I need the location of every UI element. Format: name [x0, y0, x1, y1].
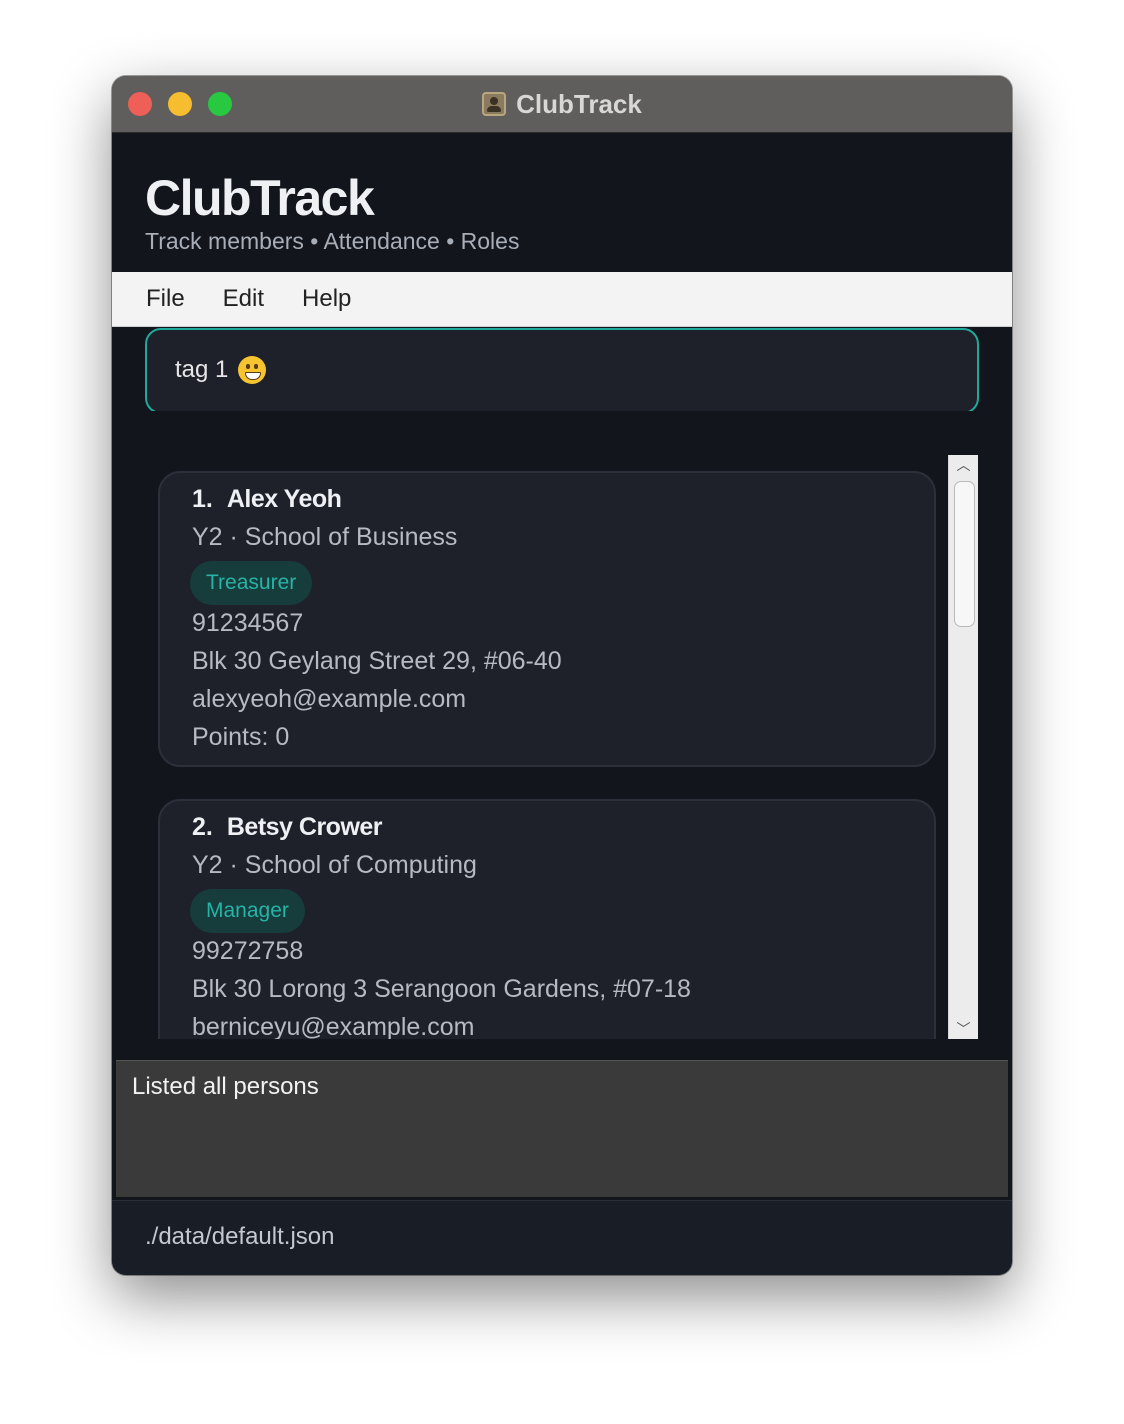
data-file-path: ./data/default.json [145, 1223, 335, 1250]
menu-help[interactable]: Help [302, 285, 351, 313]
person-address: Blk 30 Lorong 3 Serangoon Gardens, #07-1… [192, 975, 691, 1003]
app-window: ClubTrack ClubTrack Track members • Atte… [112, 76, 1012, 1275]
menu-edit[interactable]: Edit [223, 285, 264, 313]
person-card[interactable]: 2. Betsy Crower Y2 · School of Computing … [158, 799, 936, 1039]
person-card[interactable]: 1. Alex Yeoh Y2 · School of Business Trea… [158, 471, 936, 767]
command-input-content: tag 1 [175, 356, 267, 384]
person-list[interactable]: 1. Alex Yeoh Y2 · School of Business Trea… [158, 455, 948, 1039]
role-tag: Manager [190, 889, 305, 933]
brand-tagline: Track members • Attendance • Roles [145, 228, 520, 254]
person-email: berniceyu@example.com [192, 1013, 475, 1039]
brand-title: ClubTrack [145, 170, 375, 226]
person-index: 2. [192, 813, 213, 841]
person-card-header: 2. Betsy Crower [192, 813, 383, 842]
menu-bar: File Edit Help [112, 272, 1012, 327]
person-card-header: 1. Alex Yeoh [192, 485, 342, 514]
person-phone: 91234567 [192, 609, 304, 637]
person-phone: 99272758 [192, 937, 304, 965]
list-scrollbar[interactable]: ︿ ﹀ [948, 455, 978, 1039]
person-name: Alex Yeoh [226, 485, 342, 513]
menu-file[interactable]: File [146, 285, 185, 313]
person-points: Points: 0 [192, 723, 290, 751]
window-title: ClubTrack [516, 88, 642, 119]
role-tag: Treasurer [190, 561, 313, 605]
person-name: Betsy Crower [226, 813, 383, 841]
result-display: Listed all persons [116, 1060, 1008, 1197]
person-year-school: Y2 · School of Computing [192, 851, 477, 879]
person-index: 1. [192, 485, 213, 513]
title-bar[interactable]: ClubTrack [112, 76, 1012, 133]
person-list-panel: 1. Alex Yeoh Y2 · School of Business Trea… [112, 411, 1012, 1039]
command-input-value: tag 1 [175, 356, 229, 383]
scrollbar-thumb[interactable] [954, 481, 975, 627]
person-address: Blk 30 Geylang Street 29, #06-40 [192, 647, 562, 675]
person-year-school: Y2 · School of Business [192, 523, 458, 551]
scroll-down-arrow-icon[interactable]: ﹀ [949, 1019, 978, 1039]
contacts-app-icon [482, 92, 507, 116]
grinning-face-icon [238, 356, 267, 384]
scroll-up-arrow-icon[interactable]: ︿ [949, 455, 978, 475]
person-email: alexyeoh@example.com [192, 685, 467, 713]
command-input[interactable]: tag 1 [145, 328, 979, 414]
status-bar: ./data/default.json [112, 1200, 1012, 1275]
result-message: Listed all persons [132, 1073, 319, 1100]
window-title-group: ClubTrack [112, 88, 1012, 120]
